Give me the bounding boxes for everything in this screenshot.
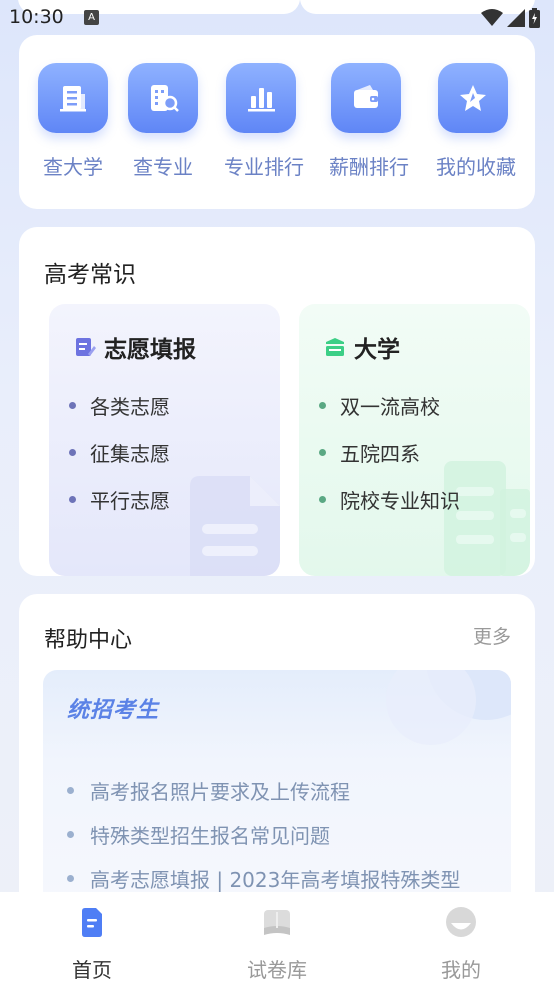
help-article-list: 高考报名照片要求及上传流程 特殊类型招生报名常见问题 高考志愿填报 | 2023…	[67, 768, 460, 900]
quick-nav-label: 我的收藏	[436, 155, 516, 179]
list-item[interactable]: 高考报名照片要求及上传流程	[67, 768, 460, 812]
status-bar: 10:30 A	[0, 0, 554, 36]
tab-mine[interactable]: 我的	[411, 906, 511, 983]
bullet-dot	[69, 496, 76, 503]
quick-nav-label: 查大学	[43, 155, 103, 179]
university-title: 大学	[354, 337, 400, 363]
building-icon	[38, 63, 108, 133]
unified-admission-banner: 统招考生 高考报名照片要求及上传流程 特殊类型招生报名常见问题 高考志愿填报 |…	[43, 670, 511, 930]
bar-chart-icon	[226, 63, 296, 133]
list-item[interactable]: 特殊类型招生报名常见问题	[67, 812, 460, 856]
list-item[interactable]: 院校专业知识	[319, 476, 460, 523]
article-title: 高考志愿填报 | 2023年高考填报特殊类型	[90, 867, 461, 892]
list-item-label: 征集志愿	[90, 442, 170, 466]
quick-nav-label: 专业排行	[224, 155, 304, 179]
bullet-dot	[319, 496, 326, 503]
list-item-label: 平行志愿	[90, 489, 170, 513]
list-item-label: 五院四系	[340, 442, 420, 466]
university-card[interactable]: 大学 双一流高校 五院四系 院校专业知识	[299, 304, 530, 576]
list-item-label: 双一流高校	[340, 395, 440, 419]
building-search-icon	[128, 63, 198, 133]
quick-nav-favorites[interactable]: 我的收藏	[436, 63, 516, 180]
quick-nav-major[interactable]: 查专业	[126, 63, 200, 180]
quick-nav-major-ranking[interactable]: 专业排行	[224, 63, 304, 180]
list-item-label: 各类志愿	[90, 395, 170, 419]
section-title: 帮助中心	[44, 628, 133, 653]
bullet-dot	[67, 830, 74, 838]
volunteer-filling-list: 各类志愿 征集志愿 平行志愿	[69, 382, 170, 523]
article-title: 特殊类型招生报名常见问题	[90, 823, 330, 848]
signal-icon	[507, 9, 525, 27]
status-time: 10:30	[9, 6, 64, 28]
banner-decoration	[386, 670, 511, 745]
profile-icon	[446, 907, 476, 937]
school-icon	[326, 338, 344, 356]
quick-nav-university[interactable]: 查大学	[36, 63, 110, 180]
article-title: 高考报名照片要求及上传流程	[90, 779, 350, 804]
quick-nav-label: 薪酬排行	[329, 155, 409, 179]
bullet-dot	[69, 449, 76, 456]
notification-a-icon: A	[84, 10, 99, 25]
battery-icon	[529, 8, 540, 28]
tab-label: 我的	[441, 958, 481, 982]
document-decoration-icon	[190, 476, 280, 576]
section-title: 高考常识	[44, 262, 136, 288]
more-link[interactable]: 更多	[473, 622, 511, 649]
gaokao-knowledge-card: 高考常识 志愿填报 各类志愿 征集志愿 平行志愿 大学 双一流高校 五院四系 院…	[19, 227, 535, 576]
university-header: 大学	[324, 330, 400, 364]
bullet-dot	[319, 449, 326, 456]
quick-nav-salary-ranking[interactable]: 薪酬排行	[329, 63, 409, 180]
list-item[interactable]: 五院四系	[319, 429, 460, 476]
home-doc-icon	[82, 908, 102, 937]
volunteer-filling-title: 志愿填报	[104, 337, 196, 363]
tab-exam-library[interactable]: 试卷库	[227, 906, 327, 983]
volunteer-filling-header: 志愿填报	[74, 330, 196, 364]
bullet-dot	[67, 786, 74, 794]
wallet-icon	[331, 63, 401, 133]
list-item[interactable]: 平行志愿	[69, 476, 170, 523]
edit-form-icon	[76, 338, 96, 356]
book-icon	[264, 910, 290, 935]
status-icons	[481, 8, 540, 28]
volunteer-filling-card[interactable]: 志愿填报 各类志愿 征集志愿 平行志愿	[49, 304, 280, 576]
quick-nav-label: 查专业	[133, 155, 193, 179]
list-item-label: 院校专业知识	[340, 489, 460, 513]
university-list: 双一流高校 五院四系 院校专业知识	[319, 382, 460, 523]
tab-label: 首页	[72, 958, 112, 982]
bottom-tab-bar: 首页 试卷库 我的	[0, 892, 554, 984]
list-item[interactable]: 双一流高校	[319, 382, 460, 429]
help-center-card: 帮助中心 更多 统招考生 高考报名照片要求及上传流程 特殊类型招生报名常见问题 …	[19, 594, 535, 930]
bullet-dot	[69, 402, 76, 409]
wifi-icon	[481, 9, 503, 26]
star-icon	[438, 63, 508, 133]
tab-home[interactable]: 首页	[42, 906, 142, 983]
tab-label: 试卷库	[247, 958, 307, 982]
banner-title: 统招考生	[67, 698, 160, 723]
bullet-dot	[319, 402, 326, 409]
list-item[interactable]: 各类志愿	[69, 382, 170, 429]
bullet-dot	[67, 874, 74, 882]
list-item[interactable]: 征集志愿	[69, 429, 170, 476]
quick-nav-card: 查大学 查专业 专业排行 薪酬排行 我的收藏	[19, 35, 535, 209]
